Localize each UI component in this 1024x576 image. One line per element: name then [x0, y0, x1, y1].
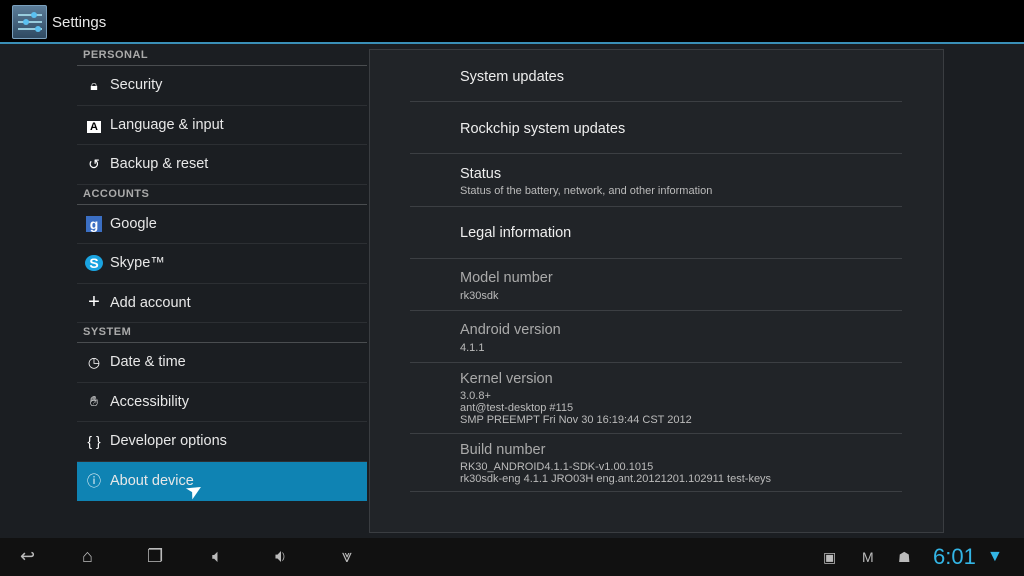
- item-title: Model number: [460, 270, 553, 286]
- sidebar-item-skype[interactable]: S Skype™: [77, 244, 367, 284]
- sidebar-item-accessibility[interactable]: ✋︎ Accessibility: [77, 383, 367, 422]
- section-header-personal: PERSONAL: [77, 46, 367, 66]
- system-updates-item[interactable]: System updates: [410, 50, 902, 102]
- wifi-icon[interactable]: ▼: [987, 548, 1003, 566]
- item-value: 3.0.8+: [460, 390, 491, 402]
- gmail-icon[interactable]: M: [862, 549, 874, 565]
- app-title: Settings: [52, 14, 107, 31]
- home-icon[interactable]: ⌂: [82, 546, 93, 567]
- item-label: Date & time: [110, 354, 186, 371]
- sidebar-item-language[interactable]: A Language & input: [77, 106, 367, 145]
- clock[interactable]: 6:01: [933, 544, 976, 570]
- item-label: Google: [110, 215, 157, 232]
- model-number-item: Model number rk30sdk: [410, 259, 902, 311]
- rockchip-updates-item[interactable]: Rockchip system updates: [410, 102, 902, 154]
- item-summary: Status of the battery, network, and othe…: [460, 185, 713, 197]
- sidebar-item-developer[interactable]: { } Developer options: [77, 422, 367, 462]
- item-value: ant@test-desktop #115: [460, 402, 574, 414]
- item-label: Language & input: [110, 116, 224, 133]
- google-icon: g: [83, 215, 105, 232]
- item-label: Backup & reset: [110, 156, 209, 173]
- sidebar-item-about-device[interactable]: ⓘ About device: [77, 461, 367, 501]
- kernel-version-item: Kernel version 3.0.8+ ant@test-desktop #11…: [410, 363, 902, 434]
- sidebar-item-date-time[interactable]: ◷ Date & time: [77, 343, 367, 383]
- plus-icon: +: [88, 291, 100, 314]
- legal-item[interactable]: Legal information: [410, 207, 902, 259]
- back-icon[interactable]: ↩: [20, 546, 35, 567]
- section-header-system: SYSTEM: [77, 323, 367, 343]
- clock-icon: ◷: [87, 353, 101, 370]
- lock-icon: 🔒︎: [90, 76, 98, 93]
- settings-sidebar: PERSONAL 🔒︎ Security A Language & input ↺ B…: [77, 46, 367, 501]
- item-label: About device: [110, 473, 194, 490]
- section-header-accounts: ACCOUNTS: [77, 185, 367, 205]
- info-icon: ⓘ: [87, 473, 101, 490]
- sidebar-item-security[interactable]: 🔒︎ Security: [77, 66, 367, 106]
- item-value: RK30_ANDROID4.1.1-SDK-v1.00.1015: [460, 461, 654, 473]
- braces-icon: { }: [87, 433, 101, 450]
- sidebar-item-google[interactable]: g Google: [77, 205, 367, 244]
- item-title: Kernel version: [460, 371, 553, 387]
- skype-icon: S: [83, 255, 105, 272]
- status-item[interactable]: Status Status of the battery, network, an…: [410, 154, 902, 207]
- item-value: rk30sdk-eng 4.1.1 JRO03H eng.ant.2012120…: [460, 473, 772, 485]
- settings-app-icon[interactable]: [12, 5, 47, 39]
- item-label: Accessibility: [110, 393, 189, 410]
- item-label: Developer options: [110, 433, 227, 450]
- about-device-panel: System updates Rockchip system updates S…: [369, 49, 944, 533]
- notification-icon[interactable]: ▣: [823, 549, 836, 566]
- item-value: rk30sdk: [460, 290, 499, 302]
- android-version-item[interactable]: Android version 4.1.1: [410, 311, 902, 363]
- item-value: SMP PREEMPT Fri Nov 30 16:19:44 CST 2012: [460, 414, 692, 426]
- sidebar-item-add-account[interactable]: + Add account: [77, 284, 367, 323]
- sidebar-item-backup[interactable]: ↺ Backup & reset: [77, 145, 367, 185]
- item-title: Build number: [460, 442, 546, 458]
- volume-up-icon[interactable]: 🔉︎: [275, 546, 286, 567]
- collapse-chevrons-icon[interactable]: ⩔: [342, 546, 352, 567]
- volume-down-icon[interactable]: 🔈︎: [212, 546, 223, 567]
- keyboard-a-icon: A: [83, 117, 105, 133]
- item-value: 4.1.1: [460, 342, 485, 354]
- item-label: Security: [110, 77, 163, 94]
- hand-icon: ✋︎: [90, 393, 98, 410]
- item-title: Rockchip system updates: [460, 121, 626, 137]
- restore-icon: ↺: [88, 155, 100, 172]
- recent-apps-icon[interactable]: ❐: [147, 546, 163, 567]
- item-title: System updates: [460, 69, 564, 85]
- item-title: Android version: [460, 322, 561, 338]
- item-title: Legal information: [460, 225, 572, 241]
- item-label: Add account: [110, 294, 191, 311]
- build-number-item[interactable]: Build number RK30_ANDROID4.1.1-SDK-v1.00.…: [410, 434, 902, 492]
- android-debug-icon[interactable]: ☗: [898, 549, 911, 566]
- item-label: Skype™: [110, 255, 165, 272]
- system-bar: ↩ ⌂ ❐ 🔈︎ 🔉︎ ⩔ ▣ M ☗ 6:01 ▼: [0, 538, 1024, 576]
- action-bar: Settings: [0, 0, 1024, 44]
- item-title: Status: [460, 166, 502, 182]
